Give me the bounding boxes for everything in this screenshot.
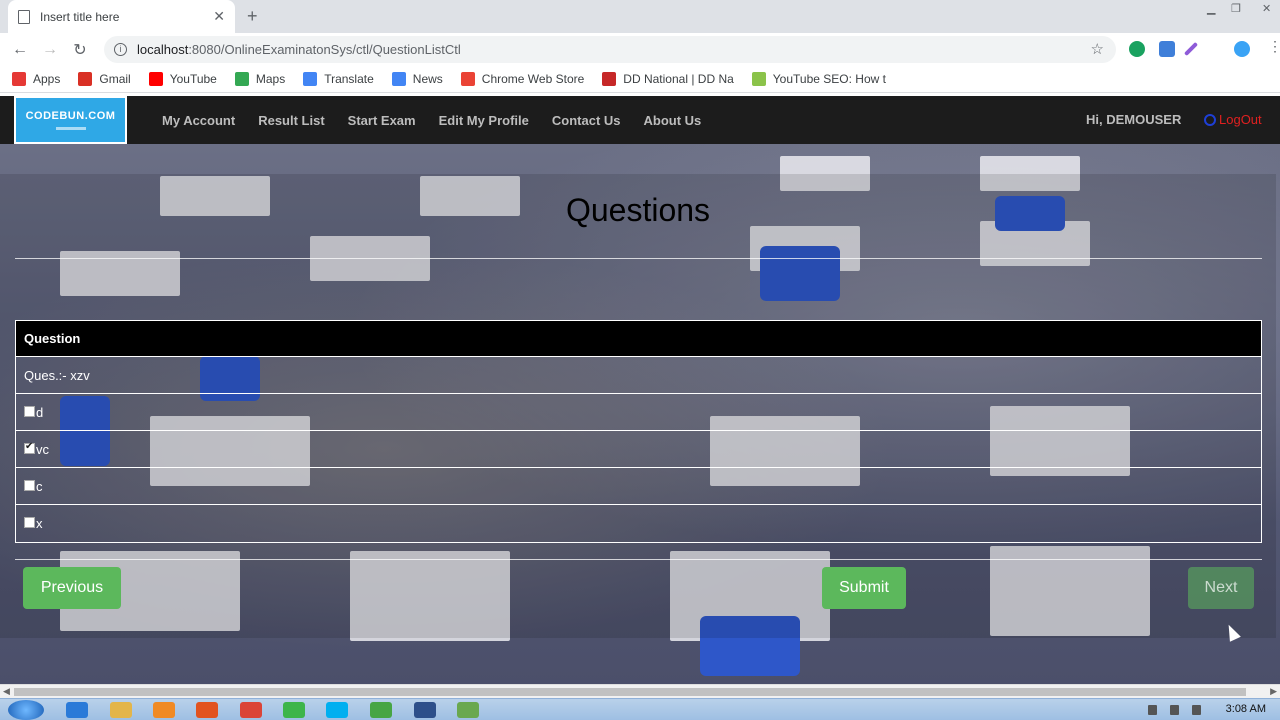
file-explorer-icon[interactable] bbox=[110, 702, 132, 718]
submit-button[interactable]: Submit bbox=[822, 567, 906, 609]
page-title: Questions bbox=[565, 192, 711, 228]
bookmarks-bar: Apps Gmail YouTube Maps Translate News Chrome … bbox=[0, 66, 1280, 93]
bookmark-item[interactable]: Apps bbox=[12, 72, 60, 86]
bookmark-item[interactable]: News bbox=[391, 72, 443, 86]
bookmark-item[interactable]: Chrome Web Store bbox=[460, 72, 584, 86]
site-navbar: CODEBUN.COM My Account Result List Start E… bbox=[0, 96, 1280, 144]
option-checkbox[interactable] bbox=[24, 517, 35, 528]
scrollbar-thumb[interactable] bbox=[14, 688, 1246, 696]
option-row: d bbox=[16, 394, 1261, 431]
nav-link-about-us[interactable]: About Us bbox=[644, 113, 702, 128]
windows-taskbar: 3:08 AM bbox=[0, 698, 1280, 720]
tray-volume-icon[interactable] bbox=[1170, 705, 1179, 715]
logout-link[interactable]: LogOut bbox=[1204, 112, 1262, 127]
address-bar[interactable]: i localhost:8080/OnlineExaminatonSys/ctl… bbox=[104, 36, 1116, 63]
grammarly-extension-icon[interactable] bbox=[1129, 41, 1145, 57]
nav-link-result-list[interactable]: Result List bbox=[258, 113, 324, 128]
new-tab-icon[interactable]: + bbox=[247, 6, 258, 27]
tray-network-icon[interactable] bbox=[1192, 705, 1201, 715]
bookmark-item[interactable]: DD National | DD Na bbox=[602, 72, 734, 86]
user-extension-icon[interactable] bbox=[1159, 41, 1175, 57]
youtube-icon bbox=[148, 72, 163, 86]
profile-avatar-icon[interactable] bbox=[1234, 41, 1250, 57]
chrome-icon[interactable] bbox=[240, 702, 262, 718]
app-green2-icon[interactable] bbox=[370, 702, 392, 718]
back-icon[interactable]: ← bbox=[5, 41, 35, 59]
app-blue-icon[interactable] bbox=[414, 702, 436, 718]
site-logo[interactable]: CODEBUN.COM bbox=[14, 96, 127, 144]
news-icon bbox=[391, 72, 406, 86]
browser-tab[interactable]: Insert title here ✕ bbox=[8, 0, 235, 33]
option-checkbox[interactable] bbox=[24, 479, 35, 491]
option-row: x bbox=[16, 505, 1261, 542]
question-table: Question Ques.:- xzv d vc c x bbox=[15, 320, 1262, 543]
option-label: x bbox=[36, 516, 43, 531]
user-greeting: Hi, DEMOUSER bbox=[1086, 112, 1182, 127]
question-row: Ques.:- xzv bbox=[16, 357, 1261, 394]
pen-extension-icon[interactable] bbox=[1183, 41, 1199, 57]
scroll-right-icon[interactable]: ▶ bbox=[1270, 686, 1277, 697]
power-icon bbox=[1204, 113, 1216, 126]
kebab-menu-icon[interactable]: ⋮ bbox=[1268, 38, 1280, 54]
firefox-icon[interactable] bbox=[196, 702, 218, 718]
tray-battery-icon[interactable] bbox=[1148, 705, 1157, 715]
document-icon bbox=[18, 9, 30, 24]
media-player-icon[interactable] bbox=[153, 702, 175, 718]
browser-toolbar: ← → ↻ i localhost:8080/OnlineExaminatonS… bbox=[0, 33, 1280, 66]
tab-title: Insert title here bbox=[40, 9, 120, 24]
webstore-icon bbox=[460, 72, 475, 86]
gmail-icon bbox=[78, 72, 93, 86]
option-row: c bbox=[16, 468, 1261, 505]
option-checkbox[interactable] bbox=[24, 405, 35, 417]
window-close-icon[interactable]: ✕ bbox=[1262, 2, 1271, 15]
translate-icon bbox=[303, 72, 318, 86]
nav-link-edit-my-profile[interactable]: Edit My Profile bbox=[439, 113, 529, 128]
previous-button[interactable]: Previous bbox=[23, 567, 121, 609]
minimize-icon[interactable]: ▁ bbox=[1207, 2, 1215, 15]
main-menu: My Account Result List Start Exam Edit My P… bbox=[162, 96, 724, 144]
taskbar-clock[interactable]: 3:08 AM bbox=[1226, 703, 1266, 715]
bookmark-item[interactable]: YouTube SEO: How t bbox=[751, 72, 886, 86]
option-label: c bbox=[36, 478, 43, 494]
nav-link-start-exam[interactable]: Start Exam bbox=[348, 113, 416, 128]
option-checkbox[interactable] bbox=[24, 441, 35, 454]
maps-icon bbox=[234, 72, 249, 86]
nav-link-contact-us[interactable]: Contact Us bbox=[552, 113, 621, 128]
bookmark-item[interactable]: Translate bbox=[303, 72, 374, 86]
info-icon[interactable]: i bbox=[114, 43, 127, 56]
divider bbox=[15, 559, 1262, 560]
bookmark-item[interactable]: Gmail bbox=[78, 72, 131, 86]
nav-link-my-account[interactable]: My Account bbox=[162, 113, 235, 128]
windows-start-icon[interactable] bbox=[8, 700, 44, 720]
bookmark-star-icon[interactable]: ☆ bbox=[1091, 40, 1104, 58]
app-c-icon[interactable] bbox=[457, 702, 479, 718]
option-row: vc bbox=[16, 431, 1261, 468]
dd-icon bbox=[602, 72, 617, 86]
table-header: Question bbox=[16, 321, 1261, 357]
page-content: CODEBUN.COM My Account Result List Start E… bbox=[0, 96, 1280, 684]
forward-icon[interactable]: → bbox=[35, 41, 65, 59]
ie-icon[interactable] bbox=[66, 702, 88, 718]
divider bbox=[15, 258, 1262, 259]
url-text: localhost:8080/OnlineExaminatonSys/ctl/Q… bbox=[137, 42, 461, 57]
option-label: vc bbox=[36, 441, 49, 457]
next-button[interactable]: Next bbox=[1188, 567, 1254, 609]
app-green-icon[interactable] bbox=[283, 702, 305, 718]
bookmark-item[interactable]: YouTube bbox=[148, 72, 217, 86]
bookmark-item[interactable]: Maps bbox=[234, 72, 285, 86]
tab-close-icon[interactable]: ✕ bbox=[213, 8, 225, 25]
option-label: d bbox=[36, 404, 44, 420]
scroll-left-icon[interactable]: ◀ bbox=[3, 686, 10, 697]
browser-tabstrip: Insert title here ✕ + ▁ ❐ ✕ bbox=[0, 0, 1280, 33]
horizontal-scrollbar[interactable]: ◀ ▶ bbox=[0, 684, 1280, 698]
restore-icon[interactable]: ❐ bbox=[1231, 2, 1241, 15]
apps-grid-icon bbox=[12, 72, 26, 86]
reload-icon[interactable]: ↻ bbox=[65, 40, 95, 60]
seo-icon bbox=[751, 72, 766, 86]
skype-icon[interactable] bbox=[326, 702, 348, 718]
